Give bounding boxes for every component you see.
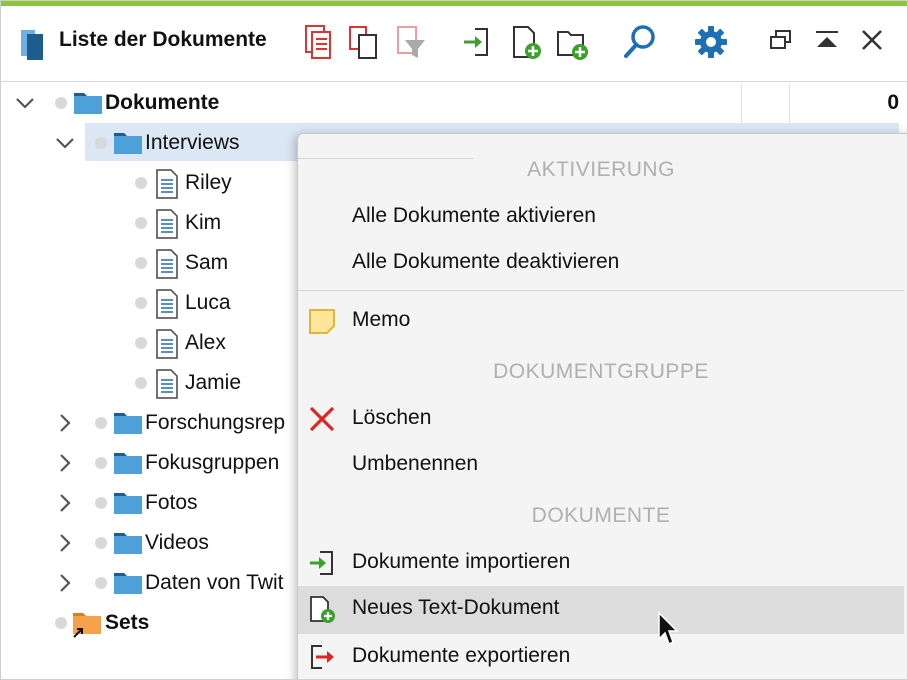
status-dot[interactable]	[55, 97, 67, 109]
chevron-right-icon[interactable]	[53, 571, 77, 595]
documents-app-icon	[21, 30, 43, 60]
delete-x-icon	[309, 406, 335, 432]
group-label: Daten von Twit	[145, 571, 284, 594]
menu-label: Memo	[352, 308, 411, 331]
menu-section-activation: AKTIVIERUNG	[527, 158, 675, 181]
document-label: Alex	[185, 331, 226, 354]
chevron-right-icon[interactable]	[53, 531, 77, 555]
toolbar: Liste der Dokumente	[1, 6, 907, 82]
import-icon	[310, 551, 333, 575]
close-icon[interactable]	[859, 26, 887, 56]
menu-label: Umbenennen	[352, 452, 479, 475]
status-dot[interactable]	[95, 417, 107, 429]
status-dot[interactable]	[95, 537, 107, 549]
chevron-right-icon[interactable]	[53, 411, 77, 435]
folder-icon	[114, 453, 142, 474]
group-label: Videos	[145, 531, 209, 554]
document-label: Jamie	[185, 371, 242, 394]
status-dot[interactable]	[135, 377, 147, 389]
document-list-window: Liste der Dokumente Dokumente 0 Intervie…	[0, 0, 908, 680]
menu-item-import[interactable]: Dokumente importieren	[298, 540, 904, 586]
text-document-icon	[156, 329, 178, 359]
status-dot[interactable]	[135, 297, 147, 309]
column-divider	[789, 83, 790, 123]
tree-row-root[interactable]: Dokumente 0	[1, 83, 907, 123]
tree-label-interviews: Interviews	[145, 131, 240, 154]
status-dot[interactable]	[95, 137, 107, 149]
menu-item-export[interactable]: Dokumente exportieren	[298, 634, 904, 679]
menu-separator	[298, 290, 904, 291]
menu-item-deactivate-all[interactable]: Alle Dokumente deaktivieren	[298, 240, 904, 286]
new-document-icon[interactable]	[509, 24, 545, 62]
window-title: Liste der Dokumente	[59, 28, 267, 51]
status-dot[interactable]	[135, 217, 147, 229]
menu-section-group: DOKUMENTGRUPPE	[493, 360, 709, 383]
collapse-icon[interactable]	[813, 26, 841, 56]
chevron-right-icon[interactable]	[53, 491, 77, 515]
menu-item-new-text-document[interactable]: Neues Text-Dokument	[298, 586, 904, 634]
new-folder-icon[interactable]	[555, 24, 591, 62]
folder-icon	[114, 493, 142, 514]
filter-icon[interactable]	[395, 24, 429, 62]
menu-item-activate-all[interactable]: Alle Dokumente aktivieren	[298, 194, 904, 240]
document-label: Luca	[185, 291, 231, 314]
mouse-cursor-icon	[658, 611, 679, 646]
search-icon[interactable]	[621, 22, 661, 62]
group-label: Forschungsrep	[145, 411, 286, 434]
status-dot[interactable]	[135, 337, 147, 349]
group-label: Fokusgruppen	[145, 451, 280, 474]
context-menu: AKTIVIERUNG Alle Dokumente aktivieren Al…	[297, 133, 907, 679]
export-icon	[311, 645, 334, 669]
document-list-icon[interactable]	[303, 24, 335, 62]
document-label: Riley	[185, 171, 232, 194]
menu-section-documents: DOKUMENTE	[531, 504, 671, 527]
chevron-down-icon[interactable]	[53, 131, 77, 155]
group-label: Fotos	[145, 491, 198, 514]
text-document-icon	[156, 209, 178, 239]
copy-icon[interactable]	[347, 24, 381, 62]
document-count: 0	[887, 91, 899, 114]
folder-icon	[114, 133, 142, 154]
folder-icon	[114, 573, 142, 594]
new-document-icon	[310, 596, 335, 623]
menu-label: Alle Dokumente aktivieren	[352, 204, 596, 227]
chevron-right-icon[interactable]	[53, 451, 77, 475]
chevron-down-icon[interactable]	[13, 91, 37, 115]
folder-icon	[114, 533, 142, 554]
status-dot[interactable]	[135, 257, 147, 269]
document-label: Sam	[185, 251, 229, 274]
column-divider	[741, 83, 742, 123]
folder-icon	[74, 93, 102, 114]
status-dot[interactable]	[55, 617, 67, 629]
menu-label: Dokumente exportieren	[352, 644, 571, 667]
text-document-icon	[156, 249, 178, 279]
menu-item-delete[interactable]: Löschen	[298, 396, 904, 442]
menu-label: Dokumente importieren	[352, 550, 571, 573]
tree-label-sets: Sets	[105, 611, 150, 634]
text-document-icon	[156, 169, 178, 199]
undock-icon[interactable]	[767, 26, 795, 56]
menu-label: Alle Dokumente deaktivieren	[352, 250, 620, 273]
status-dot[interactable]	[95, 457, 107, 469]
memo-icon	[309, 309, 335, 334]
status-dot[interactable]	[135, 177, 147, 189]
document-label: Kim	[185, 211, 222, 234]
status-dot[interactable]	[95, 577, 107, 589]
text-document-icon	[156, 289, 178, 319]
menu-item-memo[interactable]: Memo	[298, 298, 904, 344]
text-document-icon	[156, 369, 178, 399]
menu-label: Löschen	[352, 406, 432, 429]
folder-icon	[114, 413, 142, 434]
status-dot[interactable]	[95, 497, 107, 509]
menu-label: Neues Text-Dokument	[352, 596, 560, 619]
menu-item-rename[interactable]: Umbenennen	[298, 442, 904, 488]
settings-icon[interactable]	[691, 22, 731, 62]
tree-label-root: Dokumente	[105, 91, 220, 114]
import-icon[interactable]	[461, 24, 493, 62]
sets-folder-icon	[73, 613, 101, 638]
